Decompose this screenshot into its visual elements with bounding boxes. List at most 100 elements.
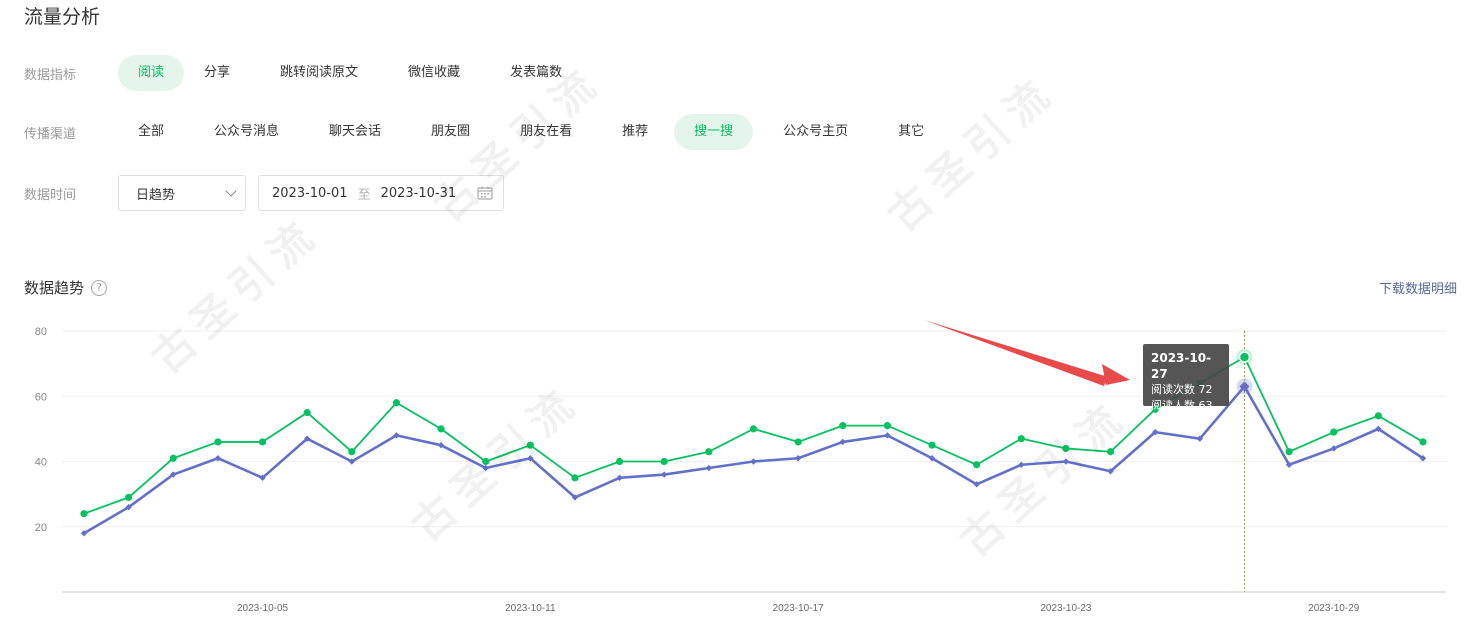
y-tick-label: 80 [35, 326, 47, 338]
data-point-readers[interactable] [616, 474, 623, 482]
data-point-reads[interactable] [705, 448, 713, 456]
channel-tab-recommended[interactable]: 推荐 [602, 114, 668, 150]
data-point-reads[interactable] [1285, 448, 1293, 456]
data-point-readers[interactable] [482, 464, 489, 472]
data-point-reads[interactable] [883, 422, 892, 430]
data-point-reads[interactable] [973, 461, 981, 469]
data-point-readers[interactable] [661, 471, 668, 478]
trend-line-chart: 20 40 60 80 2023-10-05 2023-10-11 2023-10-17 2… [35, 320, 1446, 614]
data-point-reads[interactable] [348, 448, 356, 456]
tooltip-readers: 阅读人数 63 [1151, 399, 1213, 412]
metric-tab-posts[interactable]: 发表篇数 [490, 55, 582, 91]
data-point-reads[interactable] [80, 510, 88, 518]
data-point-readers[interactable] [348, 458, 355, 465]
calendar-icon [477, 186, 493, 200]
data-point-readers[interactable] [1419, 455, 1427, 462]
data-point-reads[interactable] [169, 454, 177, 462]
granularity-select[interactable]: 日趋势 [118, 175, 246, 211]
date-end[interactable]: 2023-10-31 [381, 186, 457, 201]
data-point-readers[interactable] [571, 494, 579, 501]
channel-tab-moments[interactable]: 朋友圈 [411, 114, 490, 150]
data-point-readers[interactable] [1062, 458, 1070, 465]
y-tick-label: 20 [35, 522, 47, 534]
data-point-readers[interactable] [1330, 445, 1337, 452]
data-point-readers[interactable] [1375, 425, 1382, 433]
metric-tab-read-original[interactable]: 跳转阅读原文 [260, 55, 378, 91]
data-point-readers[interactable] [1018, 461, 1025, 468]
channels-filter-row: 传播渠道 全部 公众号消息 聊天会话 朋友圈 朋友在看 推荐 搜一搜 公众号主页… [24, 113, 944, 151]
data-point-readers[interactable] [125, 503, 132, 511]
data-point-readers[interactable] [527, 455, 534, 462]
chart-tooltip: 2023-10-27 阅读次数 72 阅读人数 63 [1143, 344, 1229, 412]
watermark: 古圣引流 [402, 374, 590, 551]
channel-tab-friends-viewing[interactable]: 朋友在看 [500, 114, 592, 150]
data-point-reads[interactable] [1374, 412, 1382, 420]
date-range-picker[interactable]: 2023-10-01 至 2023-10-31 [258, 175, 504, 211]
data-point-reads[interactable] [1419, 438, 1427, 446]
data-point-readers[interactable] [794, 455, 802, 462]
data-point-readers[interactable] [1239, 381, 1250, 392]
data-point-readers[interactable] [839, 438, 846, 446]
data-point-readers[interactable] [214, 455, 222, 462]
data-point-readers[interactable] [705, 464, 713, 472]
data-point-reads[interactable] [1062, 444, 1070, 453]
data-point-reads[interactable] [214, 438, 222, 446]
trend-section-title: 数据趋势 ? [24, 277, 108, 298]
metrics-filter-row: 数据指标 阅读 分享 跳转阅读原文 微信收藏 发表篇数 [24, 54, 582, 92]
date-separator: 至 [357, 187, 371, 203]
data-point-readers[interactable] [973, 481, 980, 488]
data-point-reads[interactable] [125, 493, 133, 501]
data-point-readers[interactable] [437, 441, 445, 449]
data-point-readers[interactable] [1196, 435, 1204, 442]
data-point-reads[interactable] [616, 457, 624, 466]
data-point-readers[interactable] [750, 458, 757, 465]
page-title: 流量分析 [24, 6, 101, 28]
channel-tab-search[interactable]: 搜一搜 [674, 114, 754, 150]
data-point-reads[interactable] [571, 474, 579, 482]
download-details-link[interactable]: 下载数据明细 [1379, 278, 1457, 297]
watermark: 古圣引流 [950, 389, 1138, 566]
data-point-reads[interactable] [526, 441, 534, 449]
data-point-readers[interactable] [259, 474, 266, 482]
time-filter-row: 数据时间 日趋势 2023-10-01 至 2023-10-31 [24, 174, 504, 212]
data-point-readers[interactable] [393, 432, 400, 439]
metric-tab-reads[interactable]: 阅读 [118, 55, 185, 91]
data-point-readers[interactable] [1152, 428, 1159, 436]
data-point-readers[interactable] [1107, 468, 1114, 475]
trend-title: 数据趋势 [24, 279, 85, 297]
data-point-reads[interactable] [928, 441, 936, 449]
data-point-reads[interactable] [794, 438, 802, 446]
granularity-value: 日趋势 [136, 187, 176, 203]
data-point-reads[interactable] [1017, 435, 1025, 443]
x-tick-label: 2023-10-17 [773, 603, 825, 614]
tooltip-reads: 阅读次数 72 [1151, 383, 1213, 396]
data-point-reads[interactable] [482, 457, 490, 466]
data-point-reads[interactable] [392, 399, 401, 407]
data-point-readers[interactable] [80, 530, 88, 537]
channel-tab-other[interactable]: 其它 [878, 114, 944, 150]
date-start[interactable]: 2023-10-01 [272, 186, 348, 201]
data-point-reads[interactable] [303, 408, 311, 417]
data-point-reads[interactable] [437, 425, 445, 433]
data-point-reads[interactable] [258, 438, 267, 446]
help-icon[interactable]: ? [91, 279, 108, 296]
annotation-arrow [924, 320, 1130, 386]
data-point-readers[interactable] [1285, 461, 1293, 468]
channel-tab-chats[interactable]: 聊天会话 [309, 114, 401, 150]
metric-tab-favorites[interactable]: 微信收藏 [388, 55, 480, 91]
channel-tab-all[interactable]: 全部 [118, 114, 184, 150]
data-point-reads[interactable] [839, 422, 847, 430]
time-label: 数据时间 [24, 187, 77, 203]
data-point-reads[interactable] [1330, 428, 1338, 436]
data-point-readers[interactable] [170, 471, 177, 478]
data-point-readers[interactable] [928, 455, 936, 462]
data-point-reads[interactable] [660, 457, 668, 466]
data-point-reads[interactable] [1238, 351, 1251, 363]
metric-tab-shares[interactable]: 分享 [184, 55, 250, 91]
data-point-reads[interactable] [1106, 448, 1115, 456]
data-point-reads[interactable] [749, 425, 758, 433]
data-point-readers[interactable] [303, 435, 311, 442]
channel-tab-account-messages[interactable]: 公众号消息 [194, 114, 299, 150]
channel-tab-account-home[interactable]: 公众号主页 [763, 114, 868, 150]
data-point-readers[interactable] [884, 432, 891, 439]
